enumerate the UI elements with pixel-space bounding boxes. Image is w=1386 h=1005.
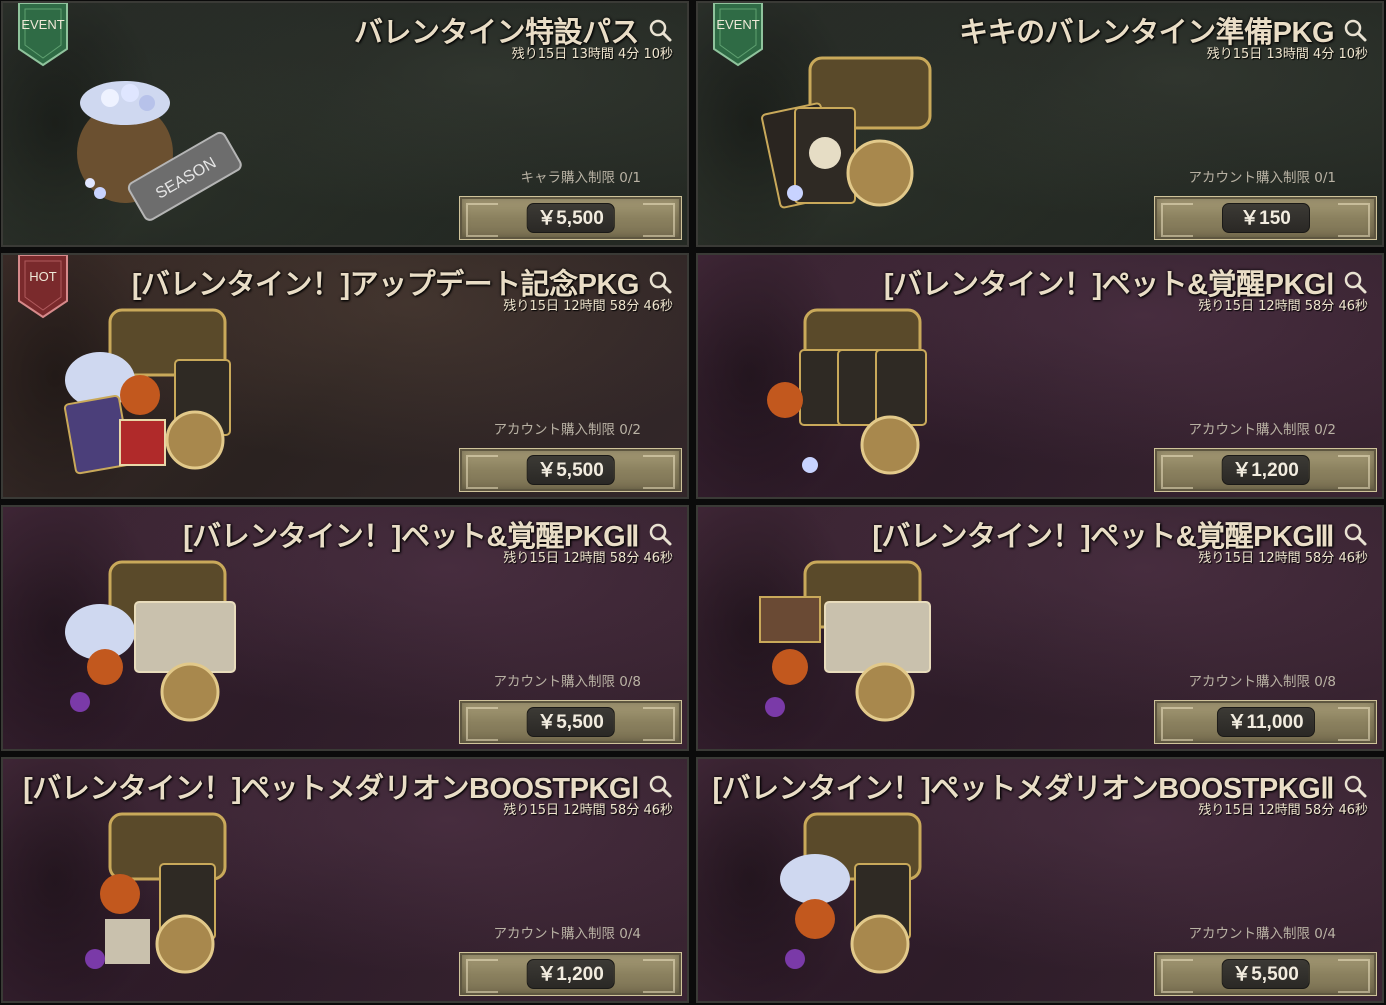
badge-label: EVENT (716, 17, 760, 32)
search-icon[interactable] (647, 773, 673, 799)
purchase-limit: アカウント購入制限 0/1 (1188, 170, 1336, 186)
package-card[interactable]: HOT [バレンタイン！]アップデート記念PKG 残り15日 12時間 58分 … (1, 253, 689, 499)
badge-label: EVENT (21, 17, 65, 32)
search-icon[interactable] (1342, 521, 1368, 547)
search-icon[interactable] (647, 269, 673, 295)
remaining-time: 残り15日 13時間 4分 10秒 (511, 47, 673, 62)
search-icon[interactable] (647, 521, 673, 547)
package-items-icon (85, 812, 227, 974)
package-card[interactable]: EVENT SEASON バレンタイン特設パス 残り15日 13時間 4分 10… (1, 1, 689, 247)
remaining-time: 残り15日 12時間 58分 46秒 (1198, 551, 1368, 566)
badge-label: HOT (29, 269, 57, 284)
package-items-icon (65, 560, 236, 722)
package-card[interactable]: EVENT キキのバレンタイン準備PKG 残り15日 13時間 4分 10秒 ア… (696, 1, 1384, 247)
remaining-time: 残り15日 12時間 58分 46秒 (503, 551, 673, 566)
buy-button[interactable]: ￥5,500 (459, 448, 682, 492)
purchase-limit: アカウント購入制限 0/4 (493, 926, 641, 942)
purchase-limit: アカウント購入制限 0/2 (493, 422, 641, 438)
package-card[interactable]: [バレンタイン！]ペットメダリオンBOOSTPKGⅡ 残り15日 12時間 58… (696, 757, 1384, 1003)
package-items-icon (759, 560, 931, 722)
package-card[interactable]: [バレンタイン！]ペット&覚醒PKGⅢ 残り15日 12時間 58分 46秒 ア… (696, 505, 1384, 751)
buy-button[interactable]: ￥150 (1154, 196, 1377, 240)
price-label: ￥11,000 (1216, 707, 1315, 737)
buy-button[interactable]: ￥5,500 (1154, 952, 1377, 996)
package-items-icon (761, 56, 932, 209)
price-label: ￥1,200 (1221, 455, 1310, 485)
price-label: ￥5,500 (526, 707, 615, 737)
shop-package-grid: EVENT SEASON バレンタイン特設パス 残り15日 13時間 4分 10… (0, 0, 1386, 1005)
remaining-time: 残り15日 12時間 58分 46秒 (503, 299, 673, 314)
purchase-limit: アカウント購入制限 0/8 (493, 674, 641, 690)
purchase-limit: アカウント購入制限 0/2 (1188, 422, 1336, 438)
buy-button[interactable]: ￥1,200 (1154, 448, 1377, 492)
purchase-limit: アカウント購入制限 0/4 (1188, 926, 1336, 942)
purchase-limit: キャラ購入制限 0/1 (520, 170, 641, 186)
season-pass-art: SEASON (77, 81, 242, 221)
package-card[interactable]: [バレンタイン！]ペット&覚醒PKGⅡ 残り15日 12時間 58分 46秒 ア… (1, 505, 689, 751)
price-label: ￥1,200 (526, 959, 615, 989)
remaining-time: 残り15日 13時間 4分 10秒 (1206, 47, 1368, 62)
package-items-icon (780, 812, 922, 974)
price-label: ￥5,500 (1221, 959, 1310, 989)
price-label: ￥150 (1221, 203, 1310, 233)
package-card[interactable]: [バレンタイン！]ペット&覚醒PKGⅠ 残り15日 12時間 58分 46秒 ア… (696, 253, 1384, 499)
price-label: ￥5,500 (526, 203, 615, 233)
buy-button[interactable]: ￥5,500 (459, 196, 682, 240)
package-card[interactable]: [バレンタイン！]ペットメダリオンBOOSTPKGⅠ 残り15日 12時間 58… (1, 757, 689, 1003)
search-icon[interactable] (1342, 773, 1368, 799)
purchase-limit: アカウント購入制限 0/8 (1188, 674, 1336, 690)
remaining-time: 残り15日 12時間 58分 46秒 (1198, 803, 1368, 818)
search-icon[interactable] (647, 17, 673, 43)
package-items-icon (63, 308, 231, 475)
search-icon[interactable] (1342, 17, 1368, 43)
buy-button[interactable]: ￥1,200 (459, 952, 682, 996)
price-label: ￥5,500 (526, 455, 615, 485)
search-icon[interactable] (1342, 269, 1368, 295)
buy-button[interactable]: ￥5,500 (459, 700, 682, 744)
remaining-time: 残り15日 12時間 58分 46秒 (503, 803, 673, 818)
buy-button[interactable]: ￥11,000 (1154, 700, 1377, 744)
package-items-icon (767, 308, 927, 475)
remaining-time: 残り15日 12時間 58分 46秒 (1198, 299, 1368, 314)
